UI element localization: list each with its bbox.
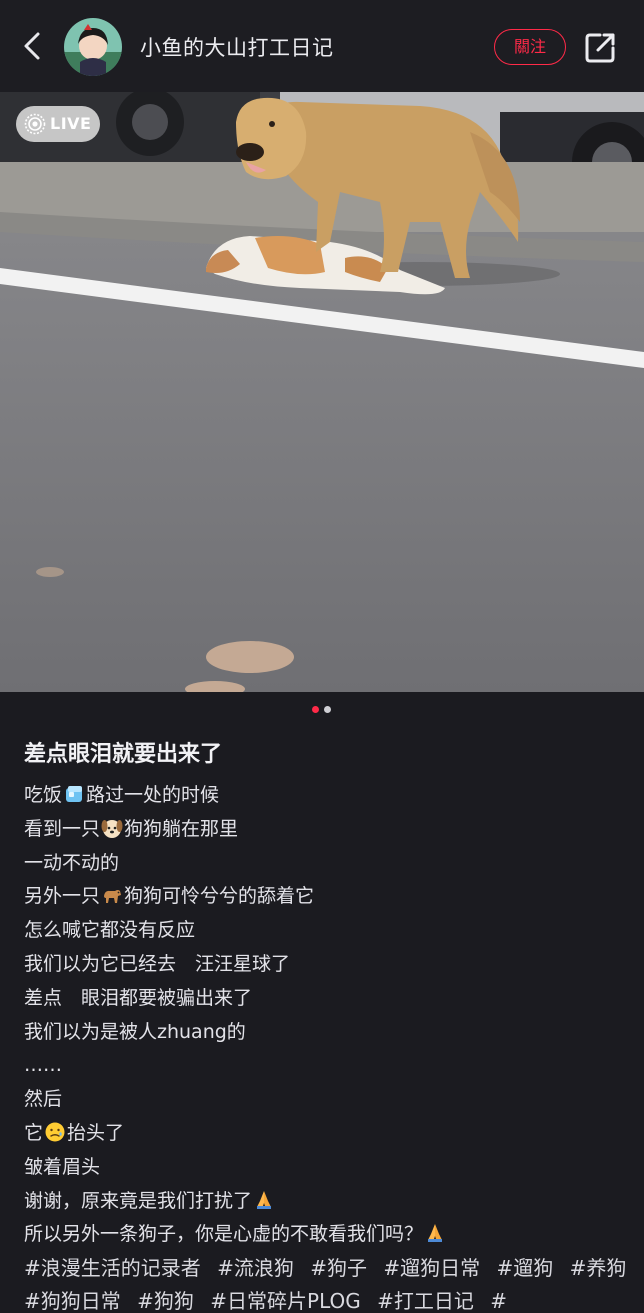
post-body-line: 皱着眉头 xyxy=(24,1152,624,1186)
post-body-text: 一动不动的 xyxy=(24,851,120,874)
post-body-line: 它抬头了 xyxy=(24,1118,624,1152)
post-title: 差点眼泪就要出来了 xyxy=(24,742,223,767)
hashtag-link[interactable]: #养狗 xyxy=(570,1256,627,1280)
avatar-image xyxy=(64,18,122,76)
post-body-line: 吃饭 路过一处的时候 xyxy=(24,780,624,814)
post-body-text: 谢谢，原来竟是我们打扰了 xyxy=(24,1189,253,1212)
hashtag-link[interactable]: #浪漫生活的记录者 xyxy=(24,1256,201,1280)
post-body-line: 我们以为是被人zhuang的 xyxy=(24,1017,624,1051)
hashtag-link[interactable]: #狗狗日常 xyxy=(24,1289,121,1313)
dog-face-icon xyxy=(101,819,123,838)
post-body-text: 看到一只 xyxy=(24,817,101,840)
avatar[interactable] xyxy=(64,18,122,76)
top-bar: 小鱼的大山打工日记 關注 xyxy=(0,0,644,92)
folded-hands-icon xyxy=(257,1190,272,1209)
post-body-text: 路过一处的时候 xyxy=(86,784,220,806)
pager-dot-active[interactable] xyxy=(312,706,319,713)
author-name[interactable]: 小鱼的大山打工日记 xyxy=(140,32,334,62)
share-button[interactable] xyxy=(582,30,618,66)
pager-dot[interactable] xyxy=(324,706,331,713)
back-button[interactable] xyxy=(16,28,52,64)
hashtag-link[interactable]: #打工日记 xyxy=(377,1289,474,1313)
post-body-text: 吃饭 xyxy=(24,784,63,806)
dog-icon xyxy=(104,890,122,904)
post-body-text: 皱着眉头 xyxy=(24,1155,101,1178)
post-body-line: 差点 眼泪都要被骗出来了 xyxy=(24,983,624,1017)
post-body-text: 另外一只 xyxy=(24,885,101,908)
share-icon xyxy=(585,33,615,63)
post-body-text: 抬头了 xyxy=(67,1121,125,1144)
hashtag-link[interactable]: #遛狗 xyxy=(497,1256,554,1280)
post-body-text: 狗狗躺在那里 xyxy=(124,817,239,840)
post-body-text: 差点 眼泪都要被骗出来了 xyxy=(24,986,253,1009)
post-body-line: 然后 xyxy=(24,1084,624,1118)
post-body-line: 另外一只 狗狗可怜兮兮的舔着它 xyxy=(24,881,624,915)
post-body-line: 怎么喊它都没有反应 xyxy=(24,915,624,949)
post-body-text: 我们以为是被人zhuang的 xyxy=(24,1020,246,1043)
post-body-line: 谢谢，原来竟是我们打扰了 xyxy=(24,1186,624,1220)
ice-cube-icon xyxy=(66,786,83,802)
hashtag-link[interactable]: #遛狗日常 xyxy=(383,1256,480,1280)
live-photo-badge[interactable]: LIVE xyxy=(16,106,100,142)
post-photo[interactable] xyxy=(0,92,644,692)
post-body-line: …… xyxy=(24,1050,624,1084)
photo-pager xyxy=(312,706,336,714)
post-body-line: 一动不动的 xyxy=(24,848,624,882)
hashtag-link[interactable]: # xyxy=(490,1289,507,1313)
hashtag-link[interactable]: #狗狗 xyxy=(137,1289,194,1313)
post-body-text: 它 xyxy=(24,1121,44,1144)
hashtag-link[interactable]: #日常碎片PLOG xyxy=(210,1289,361,1313)
post-body-line: 所以另外一条狗子，你是心虚的不敢看我们吗？ xyxy=(24,1219,624,1253)
follow-button[interactable]: 關注 xyxy=(494,29,566,65)
sad-face-icon xyxy=(45,1122,65,1142)
folded-hands-icon xyxy=(428,1224,443,1243)
post-body-text: 怎么喊它都没有反应 xyxy=(24,919,196,942)
post-body-text: …… xyxy=(24,1054,62,1077)
hashtag-link[interactable]: #狗子 xyxy=(310,1256,367,1280)
post-body-text: 所以另外一条狗子，你是心虚的不敢看我们吗？ xyxy=(24,1223,424,1246)
live-label: LIVE xyxy=(50,114,92,133)
post-tags: #浪漫生活的记录者 #流浪狗 #狗子 #遛狗日常 #遛狗 #养狗 #狗狗日常 #… xyxy=(24,1252,644,1313)
post-body-text: 然后 xyxy=(24,1088,63,1111)
hashtag-link[interactable]: #流浪狗 xyxy=(217,1256,294,1280)
chevron-left-icon xyxy=(24,32,40,60)
post-body-line: 我们以为它已经去 汪汪星球了 xyxy=(24,949,624,983)
post-body-line: 看到一只 狗狗躺在那里 xyxy=(24,814,624,848)
post-body-text: 我们以为它已经去 汪汪星球了 xyxy=(24,952,291,975)
dogs-on-road-image xyxy=(0,92,644,692)
post-body-text: 狗狗可怜兮兮的舔着它 xyxy=(124,885,315,908)
post-body: 吃饭 路过一处的时候 看到一只 狗狗躺在那里 一动不动的 另外一只 狗狗可怜兮兮的舔着它 怎么… xyxy=(24,780,624,1253)
live-photo-icon xyxy=(24,113,46,135)
